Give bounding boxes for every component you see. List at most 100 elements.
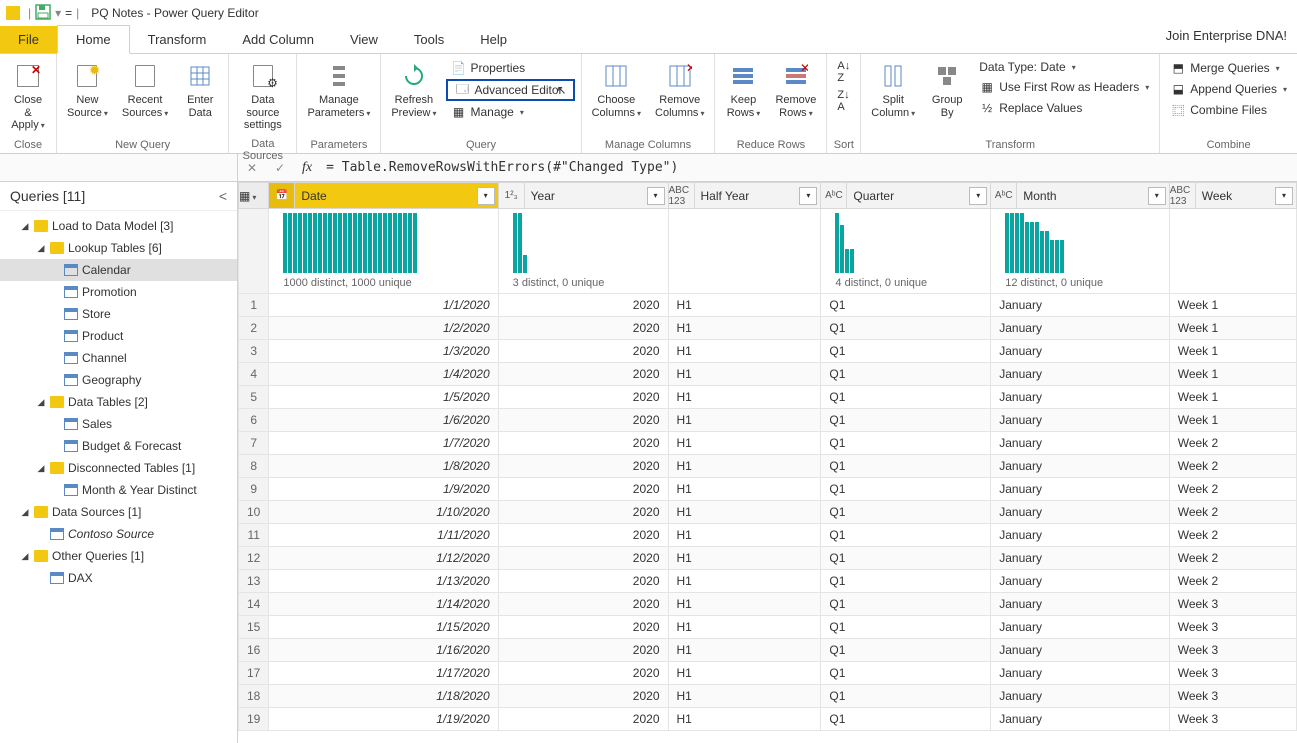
- cell-month[interactable]: January: [991, 409, 1169, 432]
- cell-date[interactable]: 1/2/2020: [269, 317, 498, 340]
- manage-button[interactable]: ▦Manage▾: [446, 102, 574, 122]
- tree-query[interactable]: Month & Year Distinct: [0, 479, 237, 501]
- tree-query[interactable]: Sales: [0, 413, 237, 435]
- type-icon[interactable]: 1²₃: [499, 183, 525, 208]
- cell-week[interactable]: Week 1: [1169, 294, 1296, 317]
- table-row[interactable]: 41/4/20202020H1Q1JanuaryWeek 1: [239, 363, 1297, 386]
- recent-sources-button[interactable]: Recent Sources▾: [116, 56, 174, 123]
- formula-input[interactable]: = Table.RemoveRowsWithErrors(#"Changed T…: [320, 160, 1297, 175]
- type-icon[interactable]: ABC 123: [1170, 183, 1196, 208]
- cell-quarter[interactable]: Q1: [821, 524, 991, 547]
- tab-tools[interactable]: Tools: [396, 26, 462, 53]
- cell-date[interactable]: 1/8/2020: [269, 455, 498, 478]
- type-icon[interactable]: AᵇC: [821, 183, 847, 208]
- cell-half[interactable]: H1: [668, 547, 821, 570]
- cell-week[interactable]: Week 3: [1169, 685, 1296, 708]
- cell-week[interactable]: Week 3: [1169, 708, 1296, 731]
- group-by-button[interactable]: Group By: [923, 56, 971, 123]
- sort-desc-button[interactable]: Z↓A: [833, 87, 854, 115]
- cell-week[interactable]: Week 1: [1169, 386, 1296, 409]
- tree-folder[interactable]: ◢Data Tables [2]: [0, 391, 237, 413]
- cell-date[interactable]: 1/17/2020: [269, 662, 498, 685]
- table-row[interactable]: 161/16/20202020H1Q1JanuaryWeek 3: [239, 639, 1297, 662]
- cell-quarter[interactable]: Q1: [821, 340, 991, 363]
- cell-year[interactable]: 2020: [498, 501, 668, 524]
- cell-quarter[interactable]: Q1: [821, 662, 991, 685]
- table-row[interactable]: 61/6/20202020H1Q1JanuaryWeek 1: [239, 409, 1297, 432]
- tree-query[interactable]: Geography: [0, 369, 237, 391]
- cell-week[interactable]: Week 3: [1169, 616, 1296, 639]
- cell-month[interactable]: January: [991, 386, 1169, 409]
- table-row[interactable]: 81/8/20202020H1Q1JanuaryWeek 2: [239, 455, 1297, 478]
- cell-year[interactable]: 2020: [498, 639, 668, 662]
- tab-file[interactable]: File: [0, 26, 57, 53]
- cell-quarter[interactable]: Q1: [821, 432, 991, 455]
- cell-year[interactable]: 2020: [498, 478, 668, 501]
- cell-year[interactable]: 2020: [498, 616, 668, 639]
- cell-month[interactable]: January: [991, 593, 1169, 616]
- cell-year[interactable]: 2020: [498, 570, 668, 593]
- table-row[interactable]: 141/14/20202020H1Q1JanuaryWeek 3: [239, 593, 1297, 616]
- cell-quarter[interactable]: Q1: [821, 708, 991, 731]
- tab-transform[interactable]: Transform: [130, 26, 225, 53]
- formula-cancel-button[interactable]: ✕: [238, 156, 266, 180]
- combine-files-button[interactable]: ⿴Combine Files: [1166, 100, 1291, 120]
- cell-date[interactable]: 1/14/2020: [269, 593, 498, 616]
- cell-date[interactable]: 1/9/2020: [269, 478, 498, 501]
- table-row[interactable]: 101/10/20202020H1Q1JanuaryWeek 2: [239, 501, 1297, 524]
- table-row[interactable]: 191/19/20202020H1Q1JanuaryWeek 3: [239, 708, 1297, 731]
- cell-month[interactable]: January: [991, 501, 1169, 524]
- cell-date[interactable]: 1/7/2020: [269, 432, 498, 455]
- close-apply-button[interactable]: Close & Apply▾: [4, 56, 52, 136]
- cell-half[interactable]: H1: [668, 685, 821, 708]
- table-row[interactable]: 131/13/20202020H1Q1JanuaryWeek 2: [239, 570, 1297, 593]
- tab-help[interactable]: Help: [462, 26, 525, 53]
- cell-half[interactable]: H1: [668, 432, 821, 455]
- column-header[interactable]: AᵇCQuarter▾: [821, 183, 991, 209]
- fx-icon[interactable]: fx: [302, 160, 312, 176]
- replace-values-button[interactable]: ½Replace Values: [975, 98, 1153, 118]
- tree-query[interactable]: Budget & Forecast: [0, 435, 237, 457]
- cell-quarter[interactable]: Q1: [821, 363, 991, 386]
- split-column-button[interactable]: Split Column▾: [865, 56, 921, 123]
- cell-month[interactable]: January: [991, 662, 1169, 685]
- keep-rows-button[interactable]: Keep Rows▾: [719, 56, 767, 123]
- cell-quarter[interactable]: Q1: [821, 317, 991, 340]
- column-header[interactable]: ABC 123Half Year▾: [668, 183, 821, 209]
- cell-date[interactable]: 1/4/2020: [269, 363, 498, 386]
- column-filter-button[interactable]: ▾: [477, 187, 495, 205]
- column-filter-button[interactable]: ▾: [1148, 187, 1166, 205]
- cell-year[interactable]: 2020: [498, 662, 668, 685]
- cell-quarter[interactable]: Q1: [821, 570, 991, 593]
- cell-half[interactable]: H1: [668, 386, 821, 409]
- remove-rows-button[interactable]: ✕ Remove Rows▾: [769, 56, 822, 123]
- cell-quarter[interactable]: Q1: [821, 593, 991, 616]
- tree-query[interactable]: Contoso Source: [0, 523, 237, 545]
- cell-date[interactable]: 1/15/2020: [269, 616, 498, 639]
- cell-month[interactable]: January: [991, 363, 1169, 386]
- cell-date[interactable]: 1/16/2020: [269, 639, 498, 662]
- cell-date[interactable]: 1/18/2020: [269, 685, 498, 708]
- cell-year[interactable]: 2020: [498, 524, 668, 547]
- append-queries-button[interactable]: ⬓Append Queries▾: [1166, 79, 1291, 99]
- tree-folder[interactable]: ◢Lookup Tables [6]: [0, 237, 237, 259]
- column-header[interactable]: 1²₃Year▾: [498, 183, 668, 209]
- cell-quarter[interactable]: Q1: [821, 685, 991, 708]
- manage-parameters-button[interactable]: Manage Parameters▾: [301, 56, 376, 123]
- table-row[interactable]: 121/12/20202020H1Q1JanuaryWeek 2: [239, 547, 1297, 570]
- cell-quarter[interactable]: Q1: [821, 501, 991, 524]
- formula-commit-button[interactable]: ✓: [266, 156, 294, 180]
- cell-month[interactable]: January: [991, 547, 1169, 570]
- tree-query[interactable]: Channel: [0, 347, 237, 369]
- cell-week[interactable]: Week 2: [1169, 547, 1296, 570]
- column-header[interactable]: AᵇCMonth▾: [991, 183, 1169, 209]
- collapse-panel-button[interactable]: <: [219, 188, 227, 204]
- cell-week[interactable]: Week 2: [1169, 478, 1296, 501]
- table-row[interactable]: 171/17/20202020H1Q1JanuaryWeek 3: [239, 662, 1297, 685]
- sort-asc-button[interactable]: A↓Z: [833, 58, 854, 86]
- table-row[interactable]: 91/9/20202020H1Q1JanuaryWeek 2: [239, 478, 1297, 501]
- cell-half[interactable]: H1: [668, 363, 821, 386]
- table-corner[interactable]: ▦▾: [239, 183, 269, 209]
- cell-half[interactable]: H1: [668, 570, 821, 593]
- cell-year[interactable]: 2020: [498, 409, 668, 432]
